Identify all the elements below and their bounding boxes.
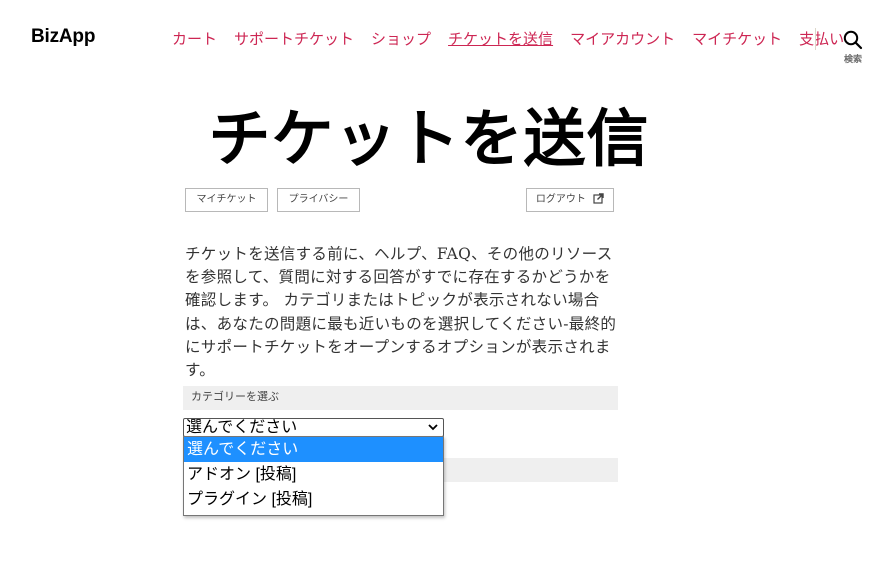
nav-item-shop[interactable]: ショップ <box>371 28 431 49</box>
primary-nav: カート サポートチケット ショップ チケットを送信 マイアカウント マイチケット… <box>172 28 861 49</box>
chevron-down-icon <box>428 424 438 431</box>
privacy-button[interactable]: プライバシー <box>277 188 360 212</box>
external-link-icon <box>593 193 604 204</box>
nav-item-cart[interactable]: カート <box>172 28 217 49</box>
my-tickets-button[interactable]: マイチケット <box>185 188 268 212</box>
search-label: 検索 <box>843 54 862 64</box>
logout-label: ログアウト <box>535 194 586 205</box>
category-field: カテゴリーを選ぶ <box>183 386 618 410</box>
search-toggle[interactable]: 検索 <box>836 30 870 65</box>
page-title: チケットを送信 <box>0 88 880 178</box>
nav-item-submit-ticket[interactable]: チケットを送信 <box>448 28 553 49</box>
site-brand[interactable]: BizApp <box>31 26 95 48</box>
category-select-value: 選んでください <box>186 419 298 436</box>
category-dropdown-list: 選んでください アドオン [投稿] プラグイン [投稿] <box>183 436 444 516</box>
category-option[interactable]: プラグイン [投稿] <box>184 487 443 512</box>
category-option[interactable]: 選んでください <box>184 437 443 462</box>
category-select[interactable]: 選んでください <box>183 418 444 437</box>
nav-item-support-tickets[interactable]: サポートチケット <box>234 28 354 49</box>
page-title-text: チケットを送信 <box>208 105 650 174</box>
logout-button[interactable]: ログアウト <box>526 188 614 212</box>
category-label: カテゴリーを選ぶ <box>191 390 279 403</box>
category-option[interactable]: アドオン [投稿] <box>184 462 443 487</box>
nav-item-my-account[interactable]: マイアカウント <box>570 28 675 49</box>
nav-item-my-tickets[interactable]: マイチケット <box>692 28 782 49</box>
header-divider <box>815 28 816 50</box>
intro-text: チケットを送信する前に、ヘルプ、FAQ、その他のリソースを参照して、質問に対する… <box>185 245 617 380</box>
search-icon <box>843 30 863 50</box>
